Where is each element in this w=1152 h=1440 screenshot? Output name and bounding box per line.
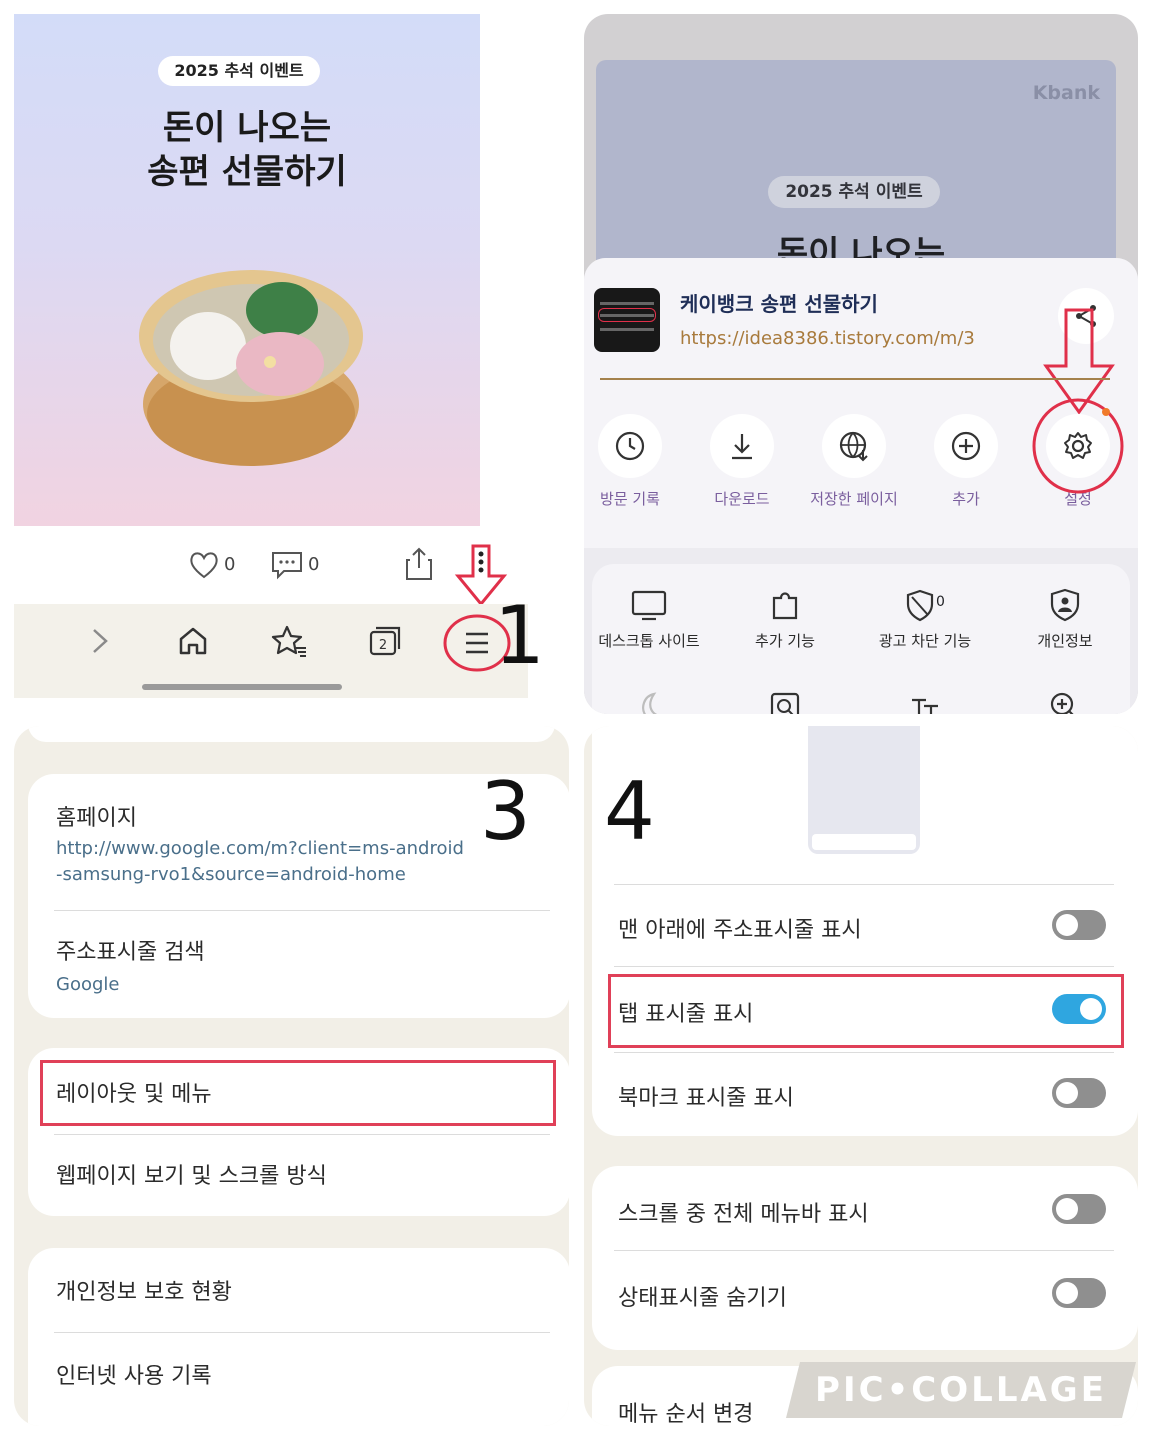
scroll-menubar-toggle[interactable] <box>1052 1194 1106 1224</box>
bookmark-bar-toggle[interactable] <box>1052 1078 1106 1108</box>
plus-circle-icon <box>951 431 981 461</box>
banner-title-line2: 송편 선물하기 <box>147 152 347 192</box>
desktop-site-label: 데스크톱 사이트 <box>598 632 700 650</box>
privacy-status-item[interactable]: 개인정보 보호 현황 <box>56 1274 232 1306</box>
tabs-count: 2 <box>379 638 387 653</box>
menu-sheet-header: 케이뱅크 송편 선물하기 https://idea8386.tistory.co… <box>584 258 1138 548</box>
internet-history-item[interactable]: 인터넷 사용 기록 <box>56 1358 212 1390</box>
bottom-address-bar-label: 맨 아래에 주소표시줄 표시 <box>618 918 862 943</box>
highlight-box <box>608 974 1124 1048</box>
zoom-in-icon[interactable] <box>1048 690 1082 714</box>
scroll-menubar-label: 스크롤 중 전체 메뉴바 표시 <box>618 1202 869 1227</box>
privacy-tool[interactable]: 개인정보 <box>1000 588 1130 651</box>
bottom-address-bar-toggle[interactable] <box>1052 910 1106 940</box>
settings-card-top <box>28 726 555 742</box>
ad-block-label: 광고 차단 기능 <box>878 632 972 650</box>
find-on-page-icon[interactable] <box>768 690 802 714</box>
songpyeon-basket-image <box>139 270 363 466</box>
page-thumbnail <box>594 288 660 352</box>
kbank-logo: Kbank <box>1032 82 1100 104</box>
banner-title-line1: 돈이 나오는 <box>162 108 332 148</box>
event-pill: 2025 추석 이벤트 <box>768 176 940 208</box>
homepage-title[interactable]: 홈페이지 <box>56 800 137 832</box>
pic-collage-watermark: PIC•COLLAGE <box>786 1362 1136 1418</box>
extensions-tool[interactable]: 추가 기능 <box>720 588 850 651</box>
bookmark-star-icon[interactable] <box>270 622 308 660</box>
divider <box>54 910 550 911</box>
download-action[interactable]: 다운로드 <box>692 414 792 509</box>
forward-icon[interactable] <box>80 622 118 660</box>
homepage-url-line1: http://www.google.com/m?client=ms-androi… <box>56 838 464 859</box>
step-number-1: 1 <box>494 589 545 682</box>
puzzle-icon <box>772 592 798 620</box>
browser-menu-screen: Kbank 2025 추석 이벤트 돈이 나오는 케이뱅크 송편 선물하기 ht… <box>584 14 1138 714</box>
desktop-icon <box>631 590 667 621</box>
divider <box>614 966 1114 967</box>
tools-grid: 데스크톱 사이트 추가 기능 0 광고 차단 기능 개인정보 <box>592 564 1130 714</box>
bookmark-bar-label: 북마크 표시줄 표시 <box>618 1086 794 1111</box>
menu-order-item[interactable]: 메뉴 순서 변경 <box>618 1396 753 1426</box>
browser-bottom-bar: 2 <box>14 604 528 698</box>
hide-status-bar-toggle[interactable] <box>1052 1278 1106 1308</box>
post-action-bar: 0 0 <box>14 526 528 607</box>
home-icon[interactable] <box>174 622 212 660</box>
layout-settings-screen: 맨 아래에 주소표시줄 표시 탭 표시줄 표시 북마크 표시줄 표시 스크롤 중… <box>584 726 1138 1426</box>
saved-pages-action[interactable]: 저장한 페이지 <box>804 414 904 509</box>
hide-status-bar-label: 상태표시줄 숨기기 <box>618 1286 787 1311</box>
page-url: https://idea8386.tistory.com/m/3 <box>680 328 975 349</box>
divider <box>614 884 1114 885</box>
heart-icon[interactable] <box>188 550 220 580</box>
divider <box>614 1250 1114 1251</box>
homepage-url-line2: -samsung-rvo1&source=android-home <box>56 864 406 885</box>
address-bar-search-value: Google <box>56 974 120 995</box>
text-size-icon[interactable] <box>908 690 942 714</box>
divider <box>600 378 1110 380</box>
ad-block-tool[interactable]: 0 광고 차단 기능 <box>860 588 990 651</box>
settings-card-privacy: 개인정보 보호 현황 인터넷 사용 기록 <box>28 1248 569 1426</box>
highlight-box <box>40 1060 556 1126</box>
layout-card-top: 맨 아래에 주소표시줄 표시 탭 표시줄 표시 북마크 표시줄 표시 <box>592 726 1138 1136</box>
layout-preview-image <box>808 726 920 854</box>
download-icon <box>732 434 752 460</box>
banner-title: 돈이 나오는 송편 선물하기 <box>14 106 480 194</box>
share-icon[interactable] <box>404 546 434 582</box>
menu-sheet: 케이뱅크 송편 선물하기 https://idea8386.tistory.co… <box>584 258 1138 714</box>
ad-block-count: 0 <box>936 594 945 610</box>
event-banner[interactable]: 2025 추석 이벤트 돈이 나오는 송편 선물하기 <box>14 14 480 526</box>
page-title: 케이뱅크 송편 선물하기 <box>680 292 878 316</box>
divider <box>614 1052 1114 1053</box>
comment-count: 0 <box>308 554 320 575</box>
like-count: 0 <box>224 554 236 575</box>
desktop-site-tool[interactable]: 데스크톱 사이트 <box>584 588 714 651</box>
gesture-handle <box>142 684 342 690</box>
globe-download-icon <box>839 431 868 462</box>
history-label: 방문 기록 <box>600 490 660 508</box>
extensions-label: 추가 기능 <box>755 632 815 650</box>
event-pill: 2025 추석 이벤트 <box>158 56 320 86</box>
settings-card-layout: 레이아웃 및 메뉴 웹페이지 보기 및 스크롤 방식 <box>28 1048 569 1216</box>
step-number-4: 4 <box>604 765 655 858</box>
tabs-icon[interactable]: 2 <box>366 622 404 660</box>
clock-icon <box>615 431 645 461</box>
step-number-3: 3 <box>480 765 531 858</box>
download-label: 다운로드 <box>714 490 770 508</box>
shield-user-icon <box>1050 588 1080 622</box>
add-label: 추가 <box>952 490 980 508</box>
privacy-label: 개인정보 <box>1037 632 1093 650</box>
moon-icon[interactable] <box>632 690 666 714</box>
comment-icon[interactable] <box>270 550 304 580</box>
layout-card-middle: 스크롤 중 전체 메뉴바 표시 상태표시줄 숨기기 <box>592 1166 1138 1350</box>
webpage-view-item[interactable]: 웹페이지 보기 및 스크롤 방식 <box>56 1158 327 1190</box>
settings-highlight-circle <box>1032 398 1124 494</box>
history-action[interactable]: 방문 기록 <box>584 414 680 509</box>
saved-pages-label: 저장한 페이지 <box>810 490 898 508</box>
add-action[interactable]: 추가 <box>916 414 1016 509</box>
address-bar-search-title[interactable]: 주소표시줄 검색 <box>56 934 205 966</box>
divider <box>54 1134 550 1135</box>
divider <box>54 1332 550 1333</box>
